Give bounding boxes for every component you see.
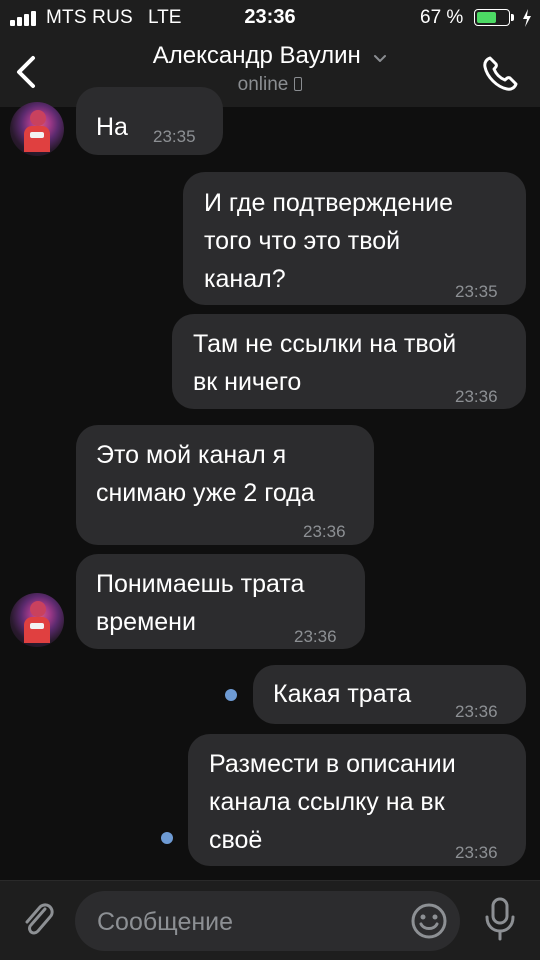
battery-tip (511, 14, 514, 21)
message-text: На (96, 113, 128, 141)
message-bubble-incoming[interactable]: Это мой канал я снимаю уже 2 года 23:36 (76, 425, 374, 545)
message-field[interactable] (75, 891, 460, 953)
contact-avatar[interactable] (10, 593, 64, 647)
message-text: Там не ссылки на твой вк ничего (193, 330, 457, 396)
phone-icon (483, 56, 518, 91)
battery-percent: 67 % (420, 7, 464, 28)
paperclip-icon (25, 903, 54, 935)
mobile-device-icon (294, 77, 303, 91)
message-text: Какая трата (273, 680, 412, 708)
message-input[interactable] (95, 891, 399, 953)
contact-name: Александр Ваулин (152, 42, 361, 69)
message-time: 23:36 (455, 387, 498, 406)
smiley-icon (411, 903, 447, 939)
message-text: Это мой канал я снимаю уже 2 года (96, 441, 315, 507)
message-bubble-outgoing[interactable]: Размести в описании канала ссылку на вк … (188, 734, 526, 866)
voice-message-button[interactable] (482, 895, 518, 943)
message-time: 23:35 (455, 282, 498, 301)
chevron-down-icon (374, 54, 387, 62)
battery-level-fill (477, 12, 496, 23)
message-bubble-incoming[interactable]: На 23:35 (76, 87, 223, 155)
message-time: 23:36 (303, 522, 346, 541)
microphone-icon (485, 897, 515, 941)
message-bubble-incoming[interactable]: Понимаешь трата времени 23:36 (76, 554, 365, 649)
back-button[interactable] (8, 50, 48, 94)
contact-avatar[interactable] (10, 102, 64, 156)
unread-indicator (225, 689, 237, 701)
message-text: Размести в описании канала ссылку на вк … (209, 750, 456, 854)
battery-icon (474, 9, 510, 26)
message-bubble-outgoing[interactable]: Какая трата 23:36 (253, 665, 526, 724)
attach-button[interactable] (18, 897, 58, 941)
message-bubble-outgoing[interactable]: И где подтверждение того что это твой ка… (183, 172, 526, 305)
call-button[interactable] (478, 52, 522, 96)
chevron-left-icon (17, 56, 35, 88)
chat-screen: MTS RUS LTE 23:36 67 % Александр Ваулин (0, 0, 540, 960)
message-time: 23:36 (294, 627, 337, 646)
message-composer (0, 880, 540, 960)
emoji-button[interactable] (409, 901, 449, 941)
message-list[interactable]: На 23:35 И где подтверждение того что эт… (0, 87, 540, 880)
message-time: 23:35 (153, 127, 196, 146)
message-time: 23:36 (455, 843, 498, 862)
message-time: 23:36 (455, 702, 498, 721)
unread-indicator (161, 832, 173, 844)
message-bubble-outgoing[interactable]: Там не ссылки на твой вк ничего 23:36 (172, 314, 526, 409)
message-text: Понимаешь трата времени (96, 570, 305, 636)
message-text: И где подтверждение того что это твой ка… (204, 189, 453, 293)
status-bar: MTS RUS LTE 23:36 67 % (0, 0, 540, 36)
charging-bolt-icon (523, 9, 531, 27)
presence-status: online (237, 74, 289, 95)
